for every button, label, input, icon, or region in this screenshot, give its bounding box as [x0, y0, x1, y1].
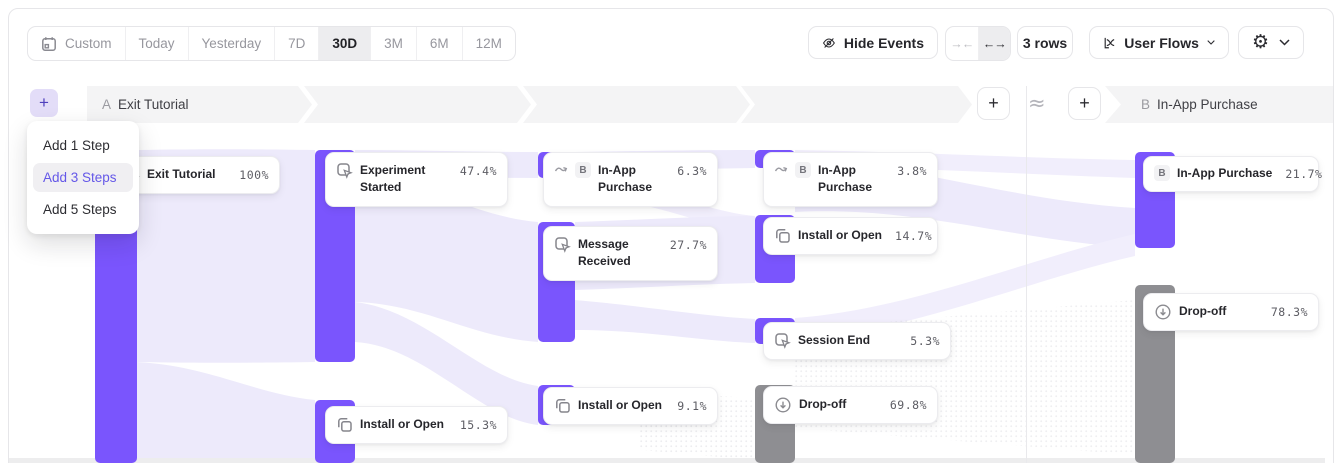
copy-event-icon	[554, 397, 571, 414]
menu-item-add-3-steps[interactable]: Add 3 Steps	[33, 163, 133, 192]
step-a-badge: A	[102, 97, 111, 112]
chevron-down-icon	[1279, 39, 1290, 46]
drop-off-icon	[774, 396, 792, 414]
node-percentage: 78.3%	[1265, 303, 1308, 321]
node-card-drop-off-1[interactable]: Drop-off 69.8%	[763, 386, 938, 424]
node-percentage: 14.7%	[889, 227, 932, 245]
copy-event-icon	[774, 227, 791, 244]
calendar-icon	[41, 36, 57, 52]
gear-icon: ⚙	[1252, 33, 1269, 52]
click-event-icon	[554, 236, 571, 253]
menu-item-add-5-steps[interactable]: Add 5 Steps	[27, 194, 139, 225]
step-a-title: Exit Tutorial	[118, 97, 189, 112]
date-range-label: Custom	[65, 36, 112, 51]
node-card-install-or-open-2[interactable]: Install or Open 9.1%	[543, 387, 718, 425]
step-b-marker-badge: B	[1154, 165, 1170, 181]
add-step-button[interactable]: +	[30, 89, 58, 117]
add-step-menu: Add 1 Step Add 3 Steps Add 5 Steps	[27, 121, 139, 234]
append-step-left-button[interactable]: +	[977, 87, 1010, 120]
node-card-experiment-started[interactable]: Experiment Started 47.4%	[325, 152, 508, 207]
milestone-arrow-icon	[774, 162, 788, 176]
node-card-drop-off-2[interactable]: Drop-off 78.3%	[1143, 293, 1319, 331]
node-percentage: 27.7%	[664, 236, 707, 254]
node-percentage: 5.3%	[904, 332, 940, 350]
date-range-12m[interactable]: 12M	[462, 27, 515, 60]
node-card-install-or-open-1[interactable]: Install or Open 15.3%	[325, 406, 508, 444]
collapse-expand-control: →← ←→	[945, 26, 1011, 61]
step-header-4[interactable]	[741, 86, 972, 123]
collapse-columns-button[interactable]: →←	[946, 27, 979, 60]
user-flows-chart-page: Custom Today Yesterday 7D 30D 3M 6M 12M …	[0, 0, 1341, 463]
date-range-yesterday[interactable]: Yesterday	[188, 27, 275, 60]
rows-button[interactable]: 3 rows	[1017, 26, 1073, 59]
node-percentage: 6.3%	[671, 162, 707, 180]
menu-item-add-1-step[interactable]: Add 1 Step	[27, 130, 139, 161]
date-range-control: Custom Today Yesterday 7D 30D 3M 6M 12M	[27, 26, 516, 61]
hide-events-button[interactable]: Hide Events	[808, 26, 938, 59]
hide-events-label: Hide Events	[844, 35, 924, 51]
date-range-3m[interactable]: 3M	[370, 27, 416, 60]
node-percentage: 47.4%	[454, 162, 497, 180]
step-b-title: In-App Purchase	[1157, 97, 1258, 112]
step-b-marker-badge: B	[575, 162, 591, 178]
settings-dropdown[interactable]: ⚙	[1238, 26, 1304, 59]
date-range-custom[interactable]: Custom	[28, 27, 125, 60]
drop-off-icon	[1154, 303, 1172, 321]
node-card-in-app-purchase-1[interactable]: B In-App Purchase 6.3%	[543, 152, 718, 207]
date-range-today[interactable]: Today	[125, 27, 188, 60]
rows-label: 3 rows	[1023, 35, 1067, 51]
panel-divider-line	[1026, 86, 1027, 463]
step-b-marker-badge: B	[795, 162, 811, 178]
node-percentage: 9.1%	[671, 397, 707, 415]
node-percentage: 3.8%	[891, 162, 927, 180]
step-header-exit-tutorial[interactable]: A Exit Tutorial	[87, 86, 312, 123]
approx-separator-icon: ≈	[1028, 91, 1046, 115]
step-header-in-app-purchase[interactable]: B In-App Purchase	[1105, 86, 1333, 123]
prepend-step-right-button[interactable]: +	[1068, 87, 1101, 120]
chart-type-dropdown[interactable]: User Flows	[1089, 26, 1229, 59]
node-percentage: 100%	[233, 166, 269, 184]
node-card-in-app-purchase-b[interactable]: B In-App Purchase 21.7%	[1143, 156, 1319, 192]
node-card-in-app-purchase-2[interactable]: B In-App Purchase 3.8%	[763, 152, 938, 207]
node-percentage: 21.7%	[1279, 165, 1322, 183]
expand-columns-button[interactable]: ←→	[979, 27, 1011, 60]
date-range-30d-selected[interactable]: 30D	[318, 27, 370, 60]
copy-event-icon	[336, 416, 353, 433]
node-card-session-end[interactable]: Session End 5.3%	[763, 322, 951, 360]
step-b-badge: B	[1141, 97, 1150, 112]
step-header-3[interactable]	[523, 86, 750, 123]
milestone-arrow-icon	[554, 162, 568, 176]
chevron-down-icon	[1207, 39, 1215, 46]
user-flows-chart-icon	[1103, 34, 1116, 52]
step-header-2[interactable]	[304, 86, 531, 123]
eye-off-icon	[822, 34, 836, 52]
date-range-7d[interactable]: 7D	[274, 27, 318, 60]
bottom-scroll-strip	[9, 458, 1325, 463]
node-card-install-or-open-3[interactable]: Install or Open 14.7%	[763, 217, 938, 255]
node-percentage: 15.3%	[454, 416, 497, 434]
chart-type-label: User Flows	[1124, 35, 1199, 51]
date-range-6m[interactable]: 6M	[416, 27, 462, 60]
click-event-icon	[336, 162, 353, 179]
node-percentage: 69.8%	[884, 396, 927, 414]
click-event-icon	[774, 332, 791, 349]
node-card-message-received[interactable]: Message Received 27.7%	[543, 226, 718, 281]
